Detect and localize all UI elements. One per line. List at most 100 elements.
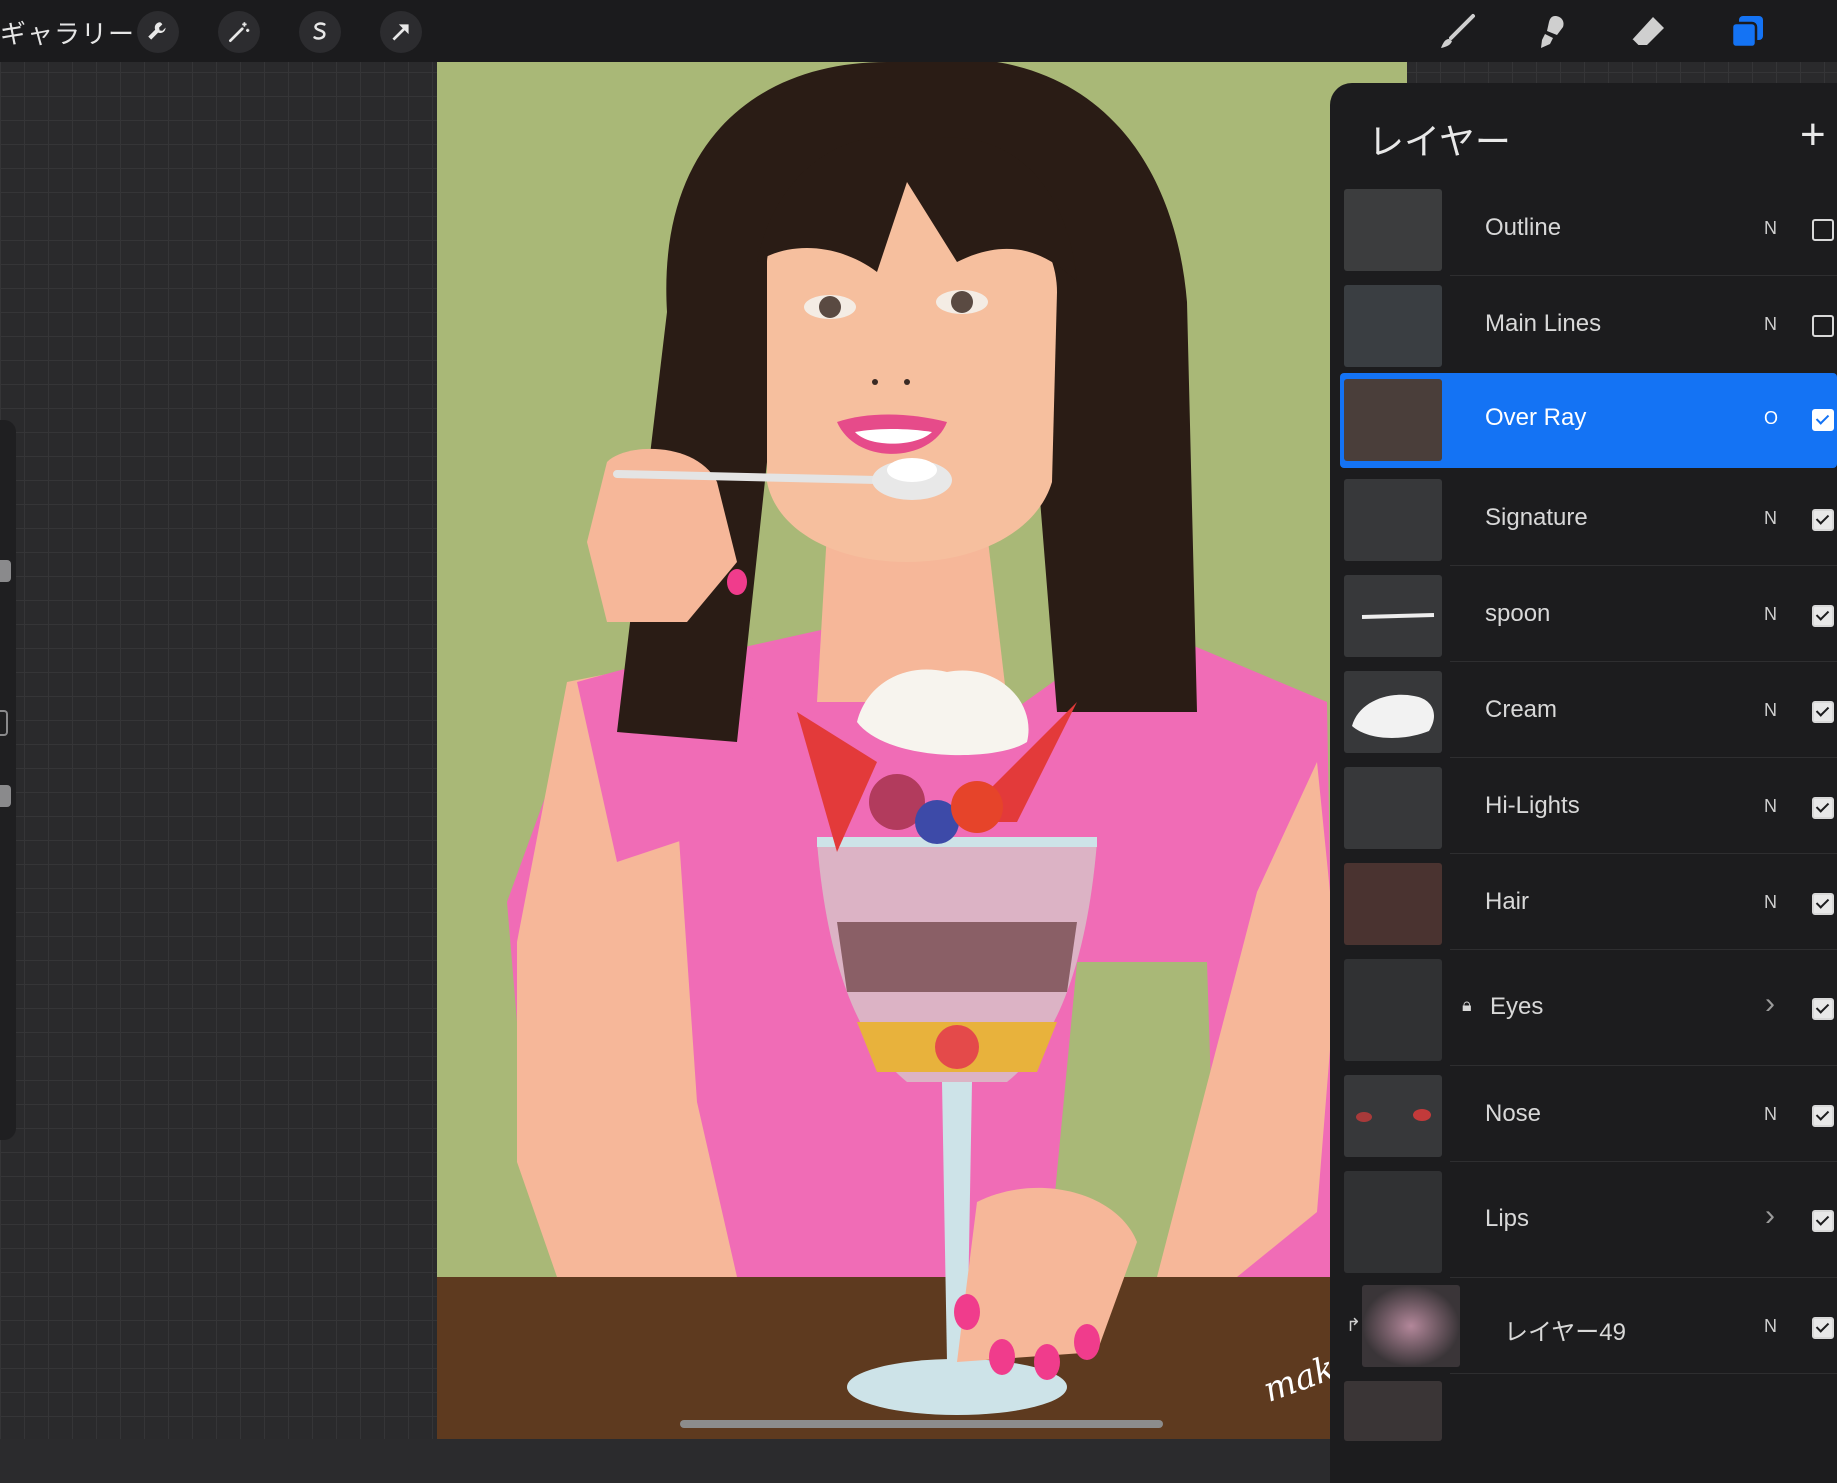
visibility-checkbox[interactable] [1812,1317,1834,1339]
visibility-checkbox[interactable] [1812,509,1834,531]
layer-row-outline[interactable]: Outline N [1340,183,1837,278]
layer-thumbnail [1344,671,1442,753]
actions-button[interactable] [137,11,179,53]
modify-button[interactable] [0,710,8,736]
layer-thumbnail [1344,863,1442,945]
layers-panel: レイヤー + Outline N Main Lines N Over Ray O… [1330,83,1837,1483]
layer-row-hi-lights[interactable]: Hi-Lights N [1340,761,1837,856]
brush-size-slider[interactable] [0,560,11,582]
layer-row-over-ray[interactable]: Over Ray O [1340,373,1837,468]
divider [1450,1065,1837,1066]
divider [1450,1373,1837,1374]
opacity-slider[interactable] [0,785,11,807]
layers-icon [1730,16,1763,49]
layer-row-lips[interactable]: Lips › [1340,1165,1837,1279]
blend-mode[interactable]: N [1764,218,1777,239]
eraser-tool[interactable] [1627,10,1671,54]
layer-name: Cream [1485,696,1558,723]
blend-mode[interactable]: N [1764,604,1777,625]
blend-mode[interactable]: O [1764,408,1778,429]
nose-thumb-icon [1356,1109,1431,1122]
layer-thumbnail [1344,767,1442,849]
layer-name: レイヤー49 [1504,1319,1626,1346]
layer-name: Outline [1485,214,1562,241]
divider [1450,757,1837,758]
layer-row-spoon[interactable]: spoon N [1340,569,1837,664]
chevron-right-icon[interactable]: › [1765,1199,1775,1233]
layer-thumbnail [1344,379,1442,461]
brush-tool[interactable] [1435,10,1479,54]
visibility-checkbox[interactable] [1812,893,1834,915]
visibility-checkbox[interactable] [1812,701,1834,723]
divider [1450,275,1837,276]
layer-name: Signature [1485,504,1588,531]
layer-name: Lips [1485,1205,1530,1232]
layer-row-cream[interactable]: Cream N [1340,665,1837,760]
blend-mode[interactable]: N [1764,1316,1777,1337]
smudge-tool[interactable] [1531,10,1575,54]
layer-name: Over Ray [1485,404,1587,431]
home-indicator [680,1420,1163,1428]
visibility-checkbox[interactable] [1812,1210,1834,1232]
layer-row-hair[interactable]: Hair N [1340,857,1837,952]
layers-tool[interactable] [1725,10,1769,54]
top-toolbar: ギャラリー [0,0,1837,62]
selection-icon [313,22,326,40]
blend-mode[interactable]: N [1764,314,1777,335]
divider [1450,565,1837,566]
layer-thumbnail [1362,1285,1460,1367]
layer-thumbnail [1344,1381,1442,1441]
layer-name: Hi-Lights [1485,792,1580,819]
layer-row-main-lines[interactable]: Main Lines N [1340,279,1837,374]
transform-button[interactable] [380,11,422,53]
blend-mode[interactable]: N [1764,796,1777,817]
lock-icon: 🔒︎ [1462,995,1472,1015]
spoon-thumb-icon [1361,613,1435,619]
divider [1450,1161,1837,1162]
layer-name: Eyes [1490,993,1544,1020]
transform-arrow-icon [392,24,409,41]
layer-name: Nose [1485,1100,1542,1127]
layer-name: Hair [1485,888,1530,915]
divider [1450,853,1837,854]
layer-thumbnail [1344,189,1442,271]
layer-row-eyes[interactable]: 🔒︎ Eyes › [1340,953,1837,1067]
visibility-checkbox[interactable] [1812,797,1834,819]
layer-row-nose[interactable]: Nose N [1340,1069,1837,1164]
adjustments-button[interactable] [218,11,260,53]
panel-title: レイヤー [1368,121,1511,162]
add-layer-button[interactable]: + [1800,113,1826,157]
layer-row-signature[interactable]: Signature N [1340,473,1837,568]
divider [1450,661,1837,662]
brush-icon [1441,14,1475,48]
blend-mode[interactable]: N [1764,892,1777,913]
layer-row-partial[interactable] [1340,1377,1837,1441]
layer-thumbnail [1344,575,1442,657]
smudge-icon [1541,16,1564,48]
layer-thumbnail [1344,1075,1442,1157]
visibility-checkbox[interactable] [1812,219,1834,241]
layer-name: spoon [1485,600,1551,627]
drawing-canvas[interactable]: mak [437,62,1407,1439]
selection-button[interactable] [299,11,341,53]
gallery-button[interactable]: ギャラリー [0,14,135,51]
layer-thumbnail [1344,285,1442,367]
chevron-right-icon[interactable]: › [1765,987,1775,1021]
divider [1450,949,1837,950]
group-thumbnail [1344,959,1442,1061]
layer-name: Main Lines [1485,310,1602,337]
group-thumbnail [1344,1171,1442,1273]
visibility-checkbox[interactable] [1812,998,1834,1020]
wrench-icon [148,22,166,40]
divider [1450,1277,1837,1278]
layer-row-layer-49[interactable]: ↱ レイヤー49 N [1340,1281,1837,1376]
blend-mode[interactable]: N [1764,508,1777,529]
cream-thumb-icon [1352,694,1434,738]
visibility-checkbox[interactable] [1812,1105,1834,1127]
visibility-checkbox[interactable] [1812,409,1834,431]
blend-mode[interactable]: N [1764,1104,1777,1125]
visibility-checkbox[interactable] [1812,605,1834,627]
layer-thumbnail [1344,479,1442,561]
blend-mode[interactable]: N [1764,700,1777,721]
visibility-checkbox[interactable] [1812,315,1834,337]
